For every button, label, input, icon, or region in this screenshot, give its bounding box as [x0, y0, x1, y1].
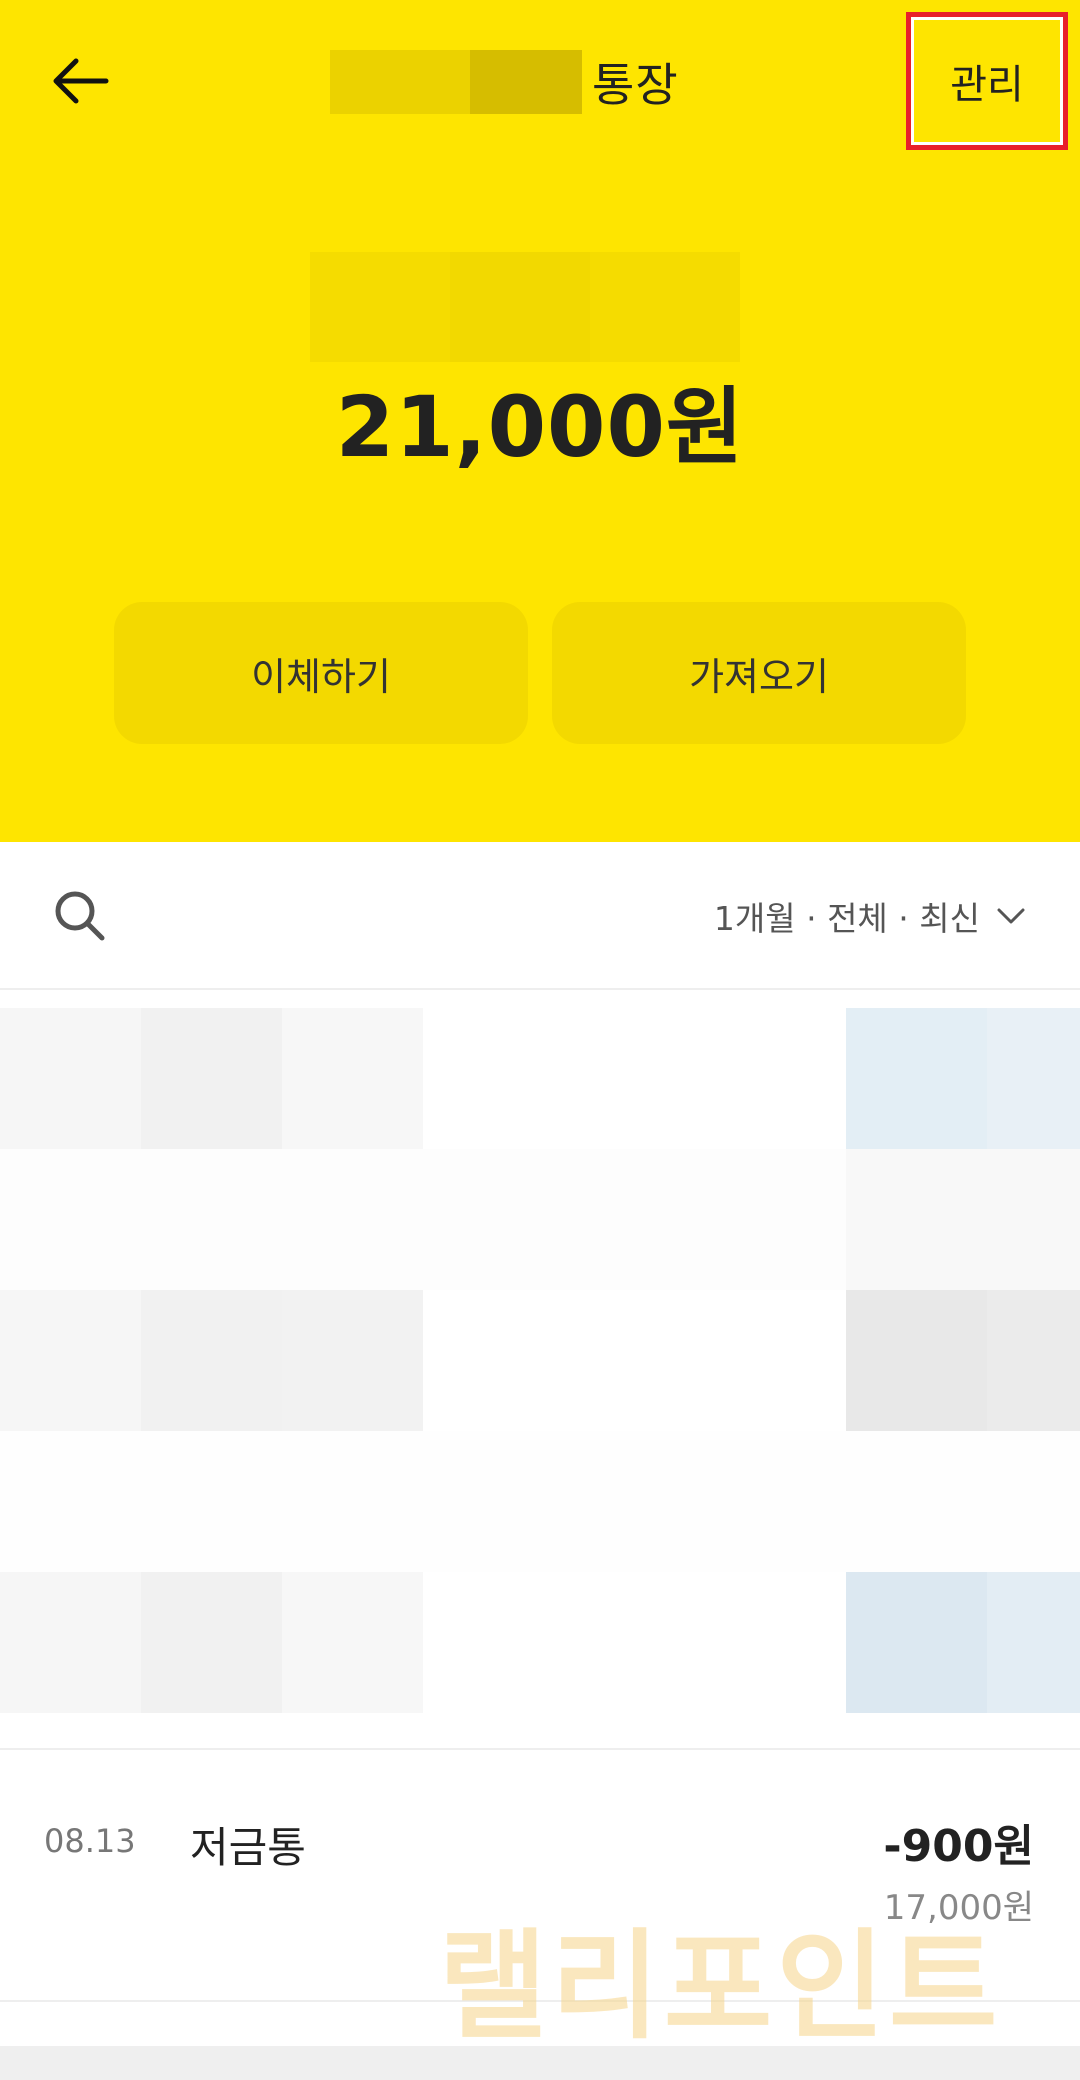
list-item — [0, 1149, 1080, 1290]
filter-label: 1개월 · 전체 · 최신 — [713, 899, 980, 938]
blurred-transaction-list — [0, 1008, 1080, 1714]
list-item — [0, 1008, 1080, 1149]
bottom-strip — [0, 2046, 1080, 2080]
divider — [0, 2000, 1080, 2002]
manage-button[interactable]: 관리 — [914, 20, 1060, 142]
balance-amount: 21,000원 — [335, 378, 745, 476]
chevron-down-icon — [996, 906, 1026, 926]
blurred-account-name — [330, 50, 582, 114]
back-button[interactable] — [40, 50, 120, 112]
transaction-row[interactable]: 08.13 저금통 -900원 17,000원 — [0, 1750, 1080, 2000]
list-item — [0, 1572, 1080, 1713]
fetch-button[interactable]: 가져오기 — [552, 602, 966, 744]
search-filter-bar: 1개월 · 전체 · 최신 — [0, 842, 1080, 990]
page-title: 통장 — [330, 48, 679, 116]
list-item — [0, 1431, 1080, 1572]
transaction-date: 08.13 — [44, 1822, 136, 1860]
search-icon[interactable] — [52, 888, 108, 944]
blurred-account-label — [310, 252, 740, 362]
transaction-name: 저금통 — [190, 1823, 306, 1872]
account-header: 통장 관리 21,000원 이체하기 가져오기 — [0, 0, 1080, 842]
arrow-left-icon — [53, 58, 109, 104]
filter-dropdown[interactable]: 1개월 · 전체 · 최신 — [714, 886, 1026, 946]
manage-highlight-box: 관리 — [906, 12, 1068, 150]
transfer-button[interactable]: 이체하기 — [114, 602, 528, 744]
title-suffix: 통장 — [592, 58, 679, 112]
transaction-balance: 17,000원 — [883, 1888, 1034, 1928]
transaction-amount: -900원 — [883, 1821, 1034, 1872]
list-item — [0, 1290, 1080, 1431]
